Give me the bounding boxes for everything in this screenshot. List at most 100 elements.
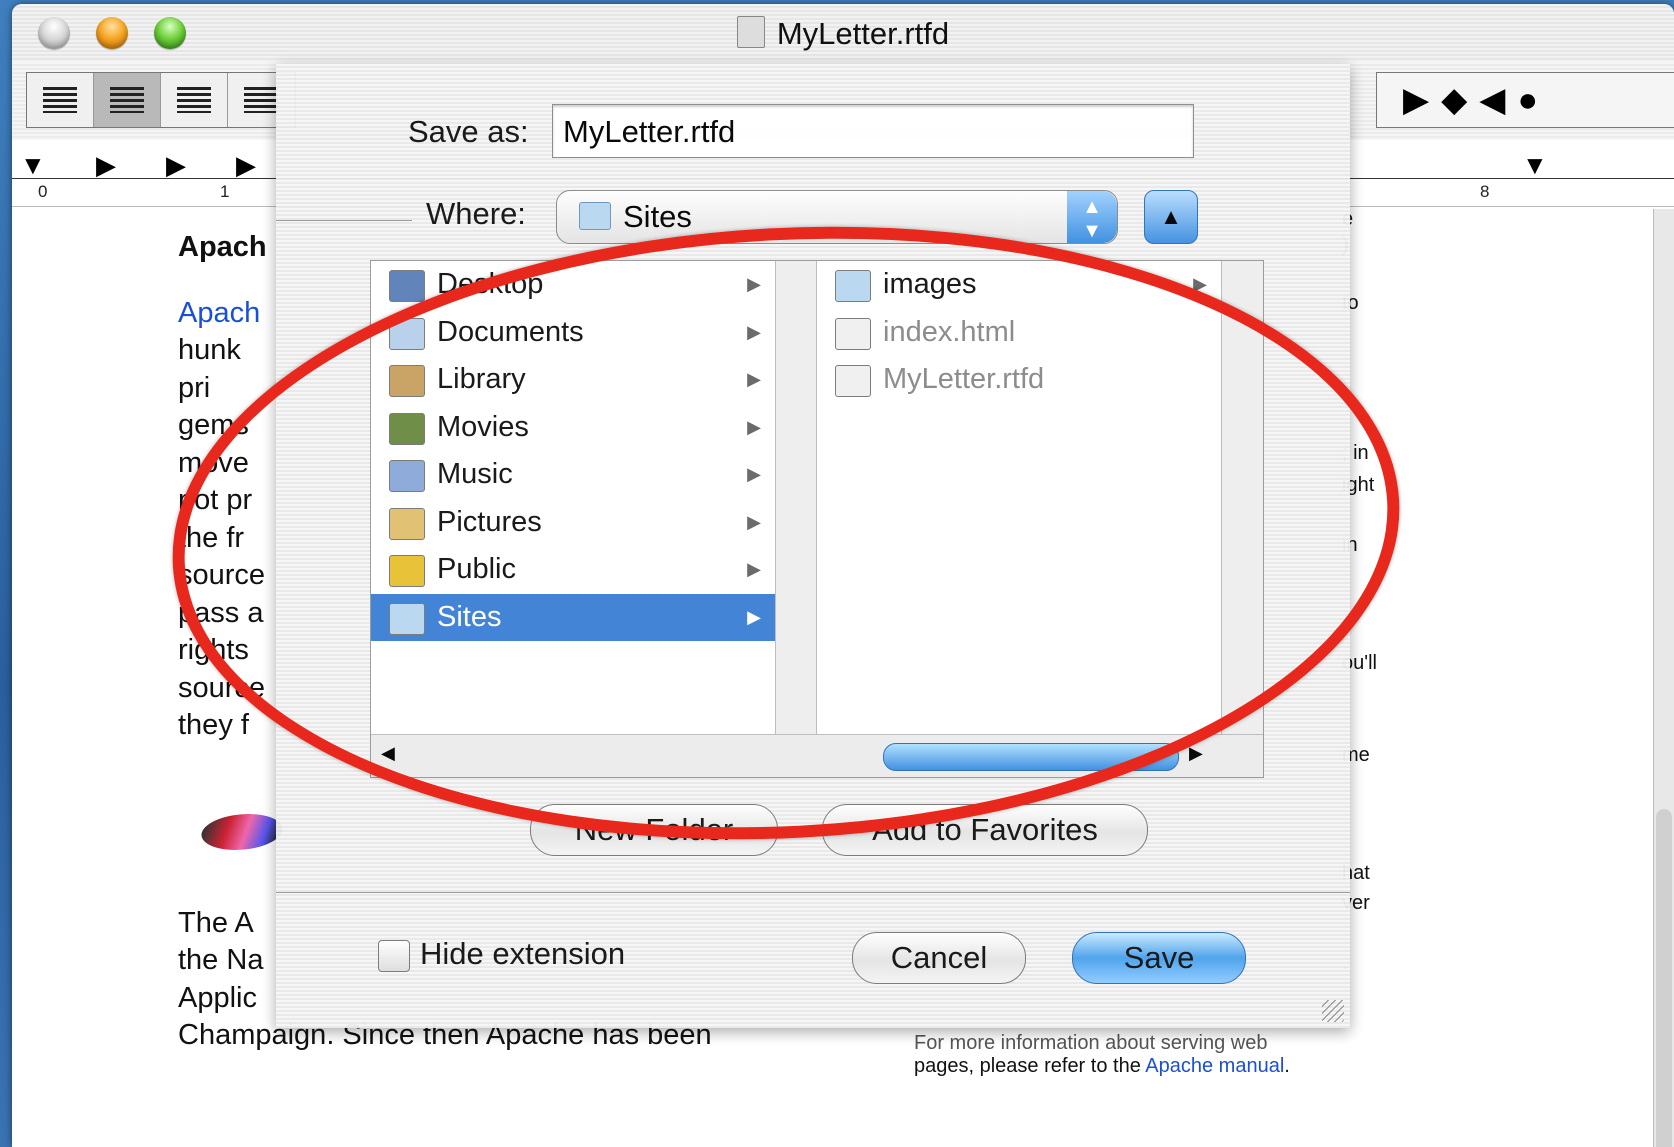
window-title-text: MyLetter.rtfd (776, 16, 950, 51)
sidebar-item-pictures[interactable]: Pictures ▶ (371, 499, 775, 547)
folder-icon (579, 202, 611, 230)
ruler-number: 0 (38, 182, 48, 201)
sidebar-item-label: Pictures (437, 505, 542, 538)
chevron-right-icon: ▶ (747, 369, 761, 389)
file-item-label: images (883, 268, 977, 300)
align-center-icon (110, 87, 144, 113)
folder-icon (389, 270, 425, 302)
save-as-input[interactable]: MyLetter.rtfd (552, 104, 1194, 158)
scroll-left-icon[interactable]: ◀ (381, 743, 395, 764)
sidebar-item-label: Sites (437, 600, 502, 633)
where-popup[interactable]: Sites ▲ ▼ (556, 190, 1118, 244)
chevron-right-icon: ▶ (747, 559, 761, 579)
right-margin-marker-icon[interactable]: ▼ (1522, 150, 1548, 181)
ruler-number: 1 (220, 182, 230, 201)
sidebar-item-music[interactable]: Music ▶ (371, 451, 775, 499)
hide-extension-checkbox[interactable] (378, 940, 410, 972)
where-popup-value: Sites (623, 199, 692, 234)
tab-stop-icon[interactable]: ▶ (96, 150, 116, 181)
align-right-icon (244, 87, 278, 113)
footer-suffix: . (1284, 1055, 1290, 1077)
file-item-label: index.html (883, 315, 1016, 348)
folder-icon (389, 317, 425, 350)
align-left-button[interactable] (27, 73, 94, 127)
collapse-dialog-button[interactable]: ▲ (1144, 190, 1198, 244)
align-justify-icon (177, 87, 211, 113)
folder-icon (389, 555, 425, 587)
indent-marker-icon[interactable]: ▼ (20, 150, 46, 181)
browser-column-2: images ▶ index.html MyLetter.rtfd (817, 261, 1222, 735)
cancel-button[interactable]: Cancel (852, 932, 1026, 984)
chevron-right-icon: ▶ (747, 511, 761, 532)
sidebar-item-movies[interactable]: Movies ▶ (371, 404, 775, 452)
file-icon (835, 317, 871, 350)
file-item[interactable]: images ▶ (817, 261, 1221, 309)
divider (276, 892, 1350, 893)
folder-icon (389, 507, 425, 540)
save-as-label: Save as: (408, 114, 529, 149)
sidebar-item-label: Music (437, 458, 513, 490)
sidebar-item-documents[interactable]: Documents ▶ (371, 309, 775, 357)
browser-column-1: Desktop ▶ Documents ▶ Library ▶ Movies ▶ Music ▶ P… (371, 261, 776, 735)
where-label: Where: (426, 196, 526, 231)
sidebar-item-desktop[interactable]: Desktop ▶ (371, 261, 775, 309)
apache-link[interactable]: Apach (178, 297, 260, 329)
document-icon (736, 16, 765, 48)
footer-prefix: pages, please refer to the (914, 1055, 1146, 1077)
chevron-right-icon: ▶ (747, 464, 761, 484)
file-browser[interactable]: Desktop ▶ Documents ▶ Library ▶ Movies ▶ Music ▶ P… (370, 260, 1264, 778)
sidebar-item-sites[interactable]: Sites ▶ (371, 593, 775, 641)
ruler-number: 8 (1480, 182, 1490, 201)
sidebar-item-label: Documents (437, 315, 584, 348)
save-sheet: Save as: MyLetter.rtfd Where: Sites ▲ ▼ ▲… (276, 64, 1350, 1028)
scroll-right-icon[interactable]: ▶ (1189, 743, 1203, 764)
sidebar-item-label: Public (437, 553, 516, 585)
add-to-favorites-button[interactable]: Add to Favorites (822, 804, 1148, 856)
save-button[interactable]: Save (1072, 932, 1246, 984)
chevron-right-icon: ▶ (747, 606, 761, 627)
horizontal-scrollbar[interactable]: ◀ ▶ (371, 734, 1263, 777)
popup-arrows-icon: ▲ ▼ (1067, 191, 1117, 243)
folder-icon (835, 270, 871, 302)
vertical-scrollbar[interactable] (1653, 209, 1674, 1147)
file-item[interactable]: index.html (817, 309, 1221, 357)
sidebar-item-label: Desktop (437, 268, 544, 300)
align-justify-button[interactable] (161, 73, 228, 127)
resize-grip-icon[interactable] (1322, 1000, 1344, 1022)
textedit-window: MyLetter.rtfd ▶◆◀● ▼ ▶ ▶ ▶ ▼ 0 1 8 Apach… (12, 4, 1674, 1147)
file-item-label: MyLetter.rtfd (883, 363, 1045, 395)
tab-marker-group[interactable]: ▶◆◀● (1376, 72, 1674, 128)
footer-line-1: For more information about serving web (914, 1032, 1268, 1054)
vertical-scroll-thumb[interactable] (1656, 809, 1672, 1147)
column-gutter (776, 261, 817, 735)
folder-icon (389, 460, 425, 492)
align-center-button[interactable] (94, 73, 161, 127)
chevron-right-icon: ▶ (747, 321, 761, 342)
hide-extension-label: Hide extension (420, 936, 626, 971)
apache-manual-link[interactable]: Apache manual (1145, 1055, 1284, 1077)
new-folder-button[interactable]: New Folder (530, 804, 778, 856)
tab-stop-icon[interactable]: ▶ (236, 150, 256, 181)
file-item[interactable]: MyLetter.rtfd (817, 356, 1221, 404)
sidebar-item-library[interactable]: Library ▶ (371, 356, 775, 404)
chevron-right-icon: ▶ (747, 274, 761, 294)
folder-icon (389, 365, 425, 397)
chevron-right-icon: ▶ (747, 416, 761, 437)
tab-stop-icon[interactable]: ▶ (166, 150, 186, 181)
title-bar: MyLetter.rtfd (12, 4, 1674, 63)
sidebar-item-label: Movies (437, 410, 529, 443)
window-title: MyLetter.rtfd (12, 16, 1674, 52)
sidebar-item-public[interactable]: Public ▶ (371, 546, 775, 594)
file-icon (835, 365, 871, 397)
sidebar-item-label: Library (437, 363, 526, 395)
alignment-group (26, 72, 296, 128)
footer-line-2: pages, please refer to the Apache manual… (914, 1055, 1290, 1078)
folder-icon (389, 412, 425, 445)
divider (276, 220, 412, 221)
horizontal-scroll-thumb[interactable] (883, 743, 1179, 771)
folder-icon (389, 602, 425, 635)
column-gutter (1222, 261, 1263, 735)
align-left-icon (43, 87, 77, 113)
chevron-right-icon: ▶ (1193, 274, 1207, 294)
footer-text: For more information about serving web p… (914, 1032, 1290, 1078)
